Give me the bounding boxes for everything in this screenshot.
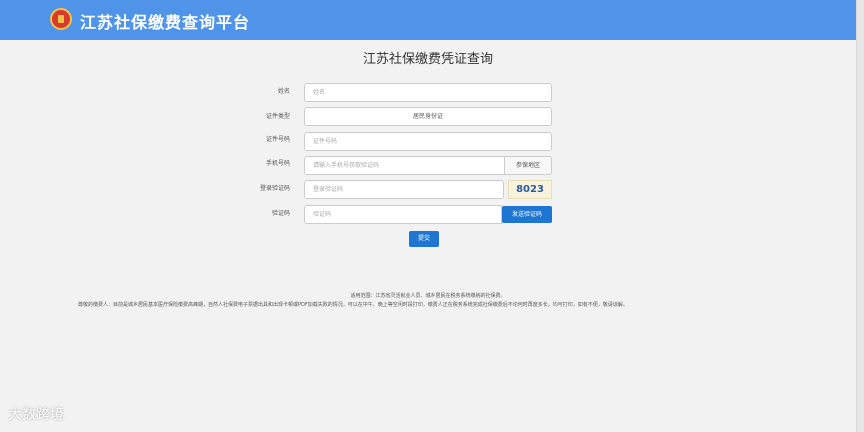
- insured-region-select[interactable]: 参保地区: [504, 156, 552, 175]
- id-number-label: 证件号码: [265, 136, 290, 143]
- phone-input[interactable]: 请输入手机号获取验证码: [304, 156, 505, 175]
- id-type-select[interactable]: 居民身份证: [304, 107, 552, 126]
- captcha-image[interactable]: 8023: [508, 180, 552, 199]
- id-number-input[interactable]: 证件号码: [304, 132, 552, 151]
- name-label: 姓名: [277, 88, 290, 95]
- phone-label: 手机号码: [265, 160, 290, 167]
- notice-text: 尊敬的缴费人：目前是城乡居民基本医疗保险缴费高峰期，自然人社保费电子票据出具和出…: [78, 302, 628, 308]
- send-code-button[interactable]: 发送验证码: [502, 206, 552, 223]
- sms-code-input[interactable]: 验证码: [304, 205, 502, 224]
- login-code-label: 登录验证码: [259, 185, 290, 192]
- page-scrollbar[interactable]: [856, 0, 864, 432]
- sms-code-label: 验证码: [271, 210, 290, 217]
- header-bar: 江苏社保缴费查询平台: [0, 0, 856, 40]
- id-type-label: 证件类型: [265, 113, 290, 120]
- submit-button[interactable]: 提交: [409, 231, 439, 247]
- name-input[interactable]: 姓名: [304, 83, 552, 102]
- watermark-logo: 大数跨境: [8, 407, 64, 423]
- page-title: 江苏社保缴费凭证查询: [362, 52, 493, 67]
- scope-note: 适用范围：江苏省灵活就业人员、城乡居民在税务系统缴纳的社保费。: [350, 293, 506, 299]
- tax-emblem-icon: [50, 8, 72, 30]
- login-code-input[interactable]: 登录验证码: [304, 180, 504, 199]
- site-title: 江苏社保缴费查询平台: [80, 13, 251, 32]
